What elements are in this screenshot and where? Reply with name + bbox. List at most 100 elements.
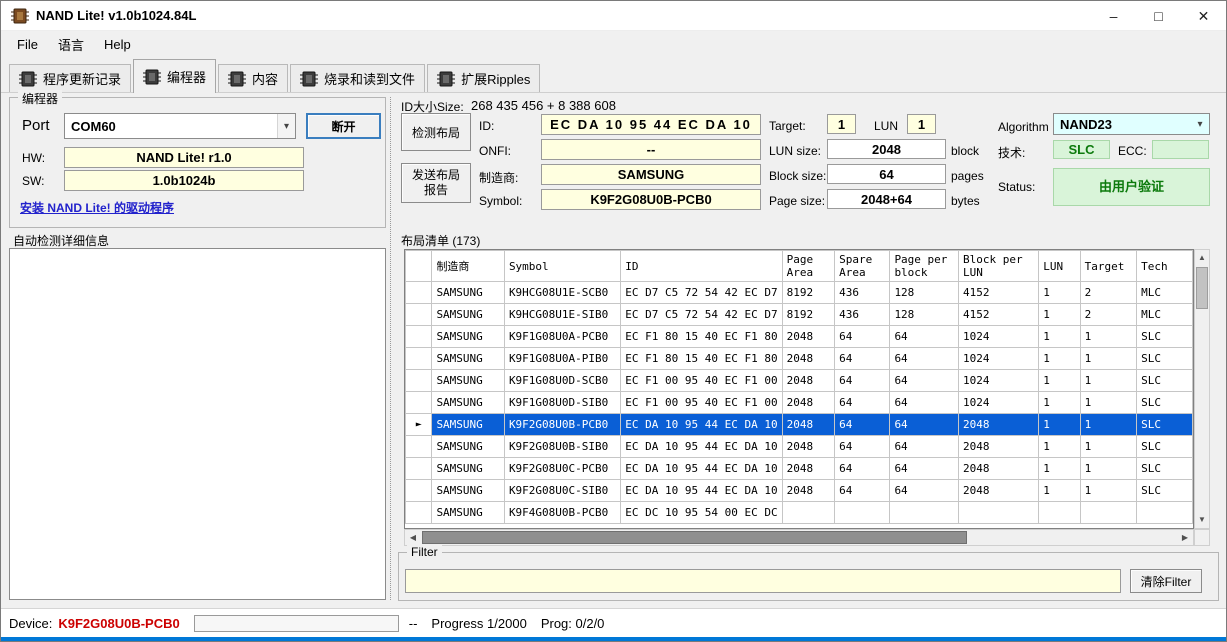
table-row[interactable]: SAMSUNG K9F4G08U0B-PCB0 EC DC 10 95 54 00 … bbox=[405, 501, 1193, 524]
table-row[interactable]: SAMSUNG K9F1G08U0A-PIB0 EC F1 80 15 40 EC … bbox=[405, 347, 1193, 370]
table-cell[interactable]: 1 bbox=[1079, 325, 1138, 348]
table-cell[interactable]: 2048 bbox=[958, 413, 1040, 436]
table-cell[interactable]: K9F1G08U0A-PIB0 bbox=[503, 347, 622, 370]
table-cell[interactable] bbox=[958, 501, 1040, 524]
algorithm-combobox[interactable]: NAND23 ▾ bbox=[1053, 113, 1210, 135]
menu-file[interactable]: File bbox=[7, 33, 48, 56]
table-cell[interactable]: 8192 bbox=[781, 303, 836, 326]
table-cell[interactable]: K9F2G08U0C-PCB0 bbox=[503, 457, 622, 480]
table-cell[interactable]: EC DA 10 95 44 EC DA 10 bbox=[620, 457, 783, 480]
table-cell[interactable]: 1 bbox=[1038, 369, 1081, 392]
column-header[interactable]: Spare Area bbox=[834, 250, 891, 282]
vertical-scroll-thumb[interactable] bbox=[1196, 267, 1208, 309]
table-cell[interactable]: 436 bbox=[834, 303, 891, 326]
table-cell[interactable]: 2048 bbox=[781, 369, 836, 392]
chevron-down-icon[interactable]: ▾ bbox=[277, 114, 295, 138]
table-cell[interactable]: 1 bbox=[1079, 391, 1138, 414]
table-cell[interactable]: 2048 bbox=[781, 413, 836, 436]
table-cell[interactable]: SLC bbox=[1136, 347, 1193, 370]
auto-detect-output[interactable] bbox=[9, 248, 386, 600]
table-cell[interactable]: 4152 bbox=[958, 281, 1040, 304]
table-cell[interactable]: K9HCG08U1E-SIB0 bbox=[503, 303, 622, 326]
driver-install-link[interactable]: 安装 NAND Lite! 的驱动程序 bbox=[20, 199, 174, 216]
table-cell[interactable]: EC DA 10 95 44 EC DA 10 bbox=[620, 479, 783, 502]
column-header[interactable]: Symbol bbox=[503, 250, 622, 282]
disconnect-button[interactable]: 断开 bbox=[306, 113, 381, 139]
table-cell[interactable] bbox=[1079, 501, 1138, 524]
detect-layout-button[interactable]: 检测布局 bbox=[401, 113, 471, 151]
table-cell[interactable]: MLC bbox=[1136, 281, 1193, 304]
scroll-left-icon[interactable]: ◀ bbox=[405, 530, 421, 546]
column-header[interactable]: Page per block bbox=[889, 250, 960, 282]
horizontal-scroll-thumb[interactable] bbox=[422, 531, 967, 544]
table-cell[interactable]: 2 bbox=[1079, 281, 1138, 304]
table-cell[interactable]: 1 bbox=[1038, 413, 1081, 436]
table-cell[interactable]: EC F1 00 95 40 EC F1 00 bbox=[620, 391, 783, 414]
table-cell[interactable]: 64 bbox=[834, 347, 891, 370]
table-cell[interactable]: 1 bbox=[1079, 457, 1138, 480]
table-cell[interactable]: 1 bbox=[1038, 303, 1081, 326]
table-cell[interactable]: 64 bbox=[889, 435, 960, 458]
table-cell[interactable]: 1 bbox=[1038, 435, 1081, 458]
table-cell[interactable]: K9F4G08U0B-PCB0 bbox=[503, 501, 622, 524]
table-cell[interactable]: 64 bbox=[834, 369, 891, 392]
table-cell[interactable]: 2048 bbox=[958, 435, 1040, 458]
table-cell[interactable]: K9HCG08U1E-SCB0 bbox=[503, 281, 622, 304]
menu-help[interactable]: Help bbox=[94, 33, 141, 56]
scroll-down-icon[interactable]: ▼ bbox=[1195, 512, 1209, 528]
table-cell[interactable]: SLC bbox=[1136, 369, 1193, 392]
table-cell[interactable]: 64 bbox=[889, 369, 960, 392]
filter-input[interactable] bbox=[405, 569, 1121, 593]
table-cell[interactable]: 64 bbox=[834, 413, 891, 436]
table-cell[interactable]: 1024 bbox=[958, 325, 1040, 348]
table-cell[interactable]: 436 bbox=[834, 281, 891, 304]
table-row[interactable]: SAMSUNG K9F2G08U0C-SIB0 EC DA 10 95 44 EC … bbox=[405, 479, 1193, 502]
horizontal-scrollbar[interactable]: ◀ ▶ bbox=[404, 529, 1194, 546]
table-row[interactable]: SAMSUNG K9F2G08U0B-SIB0 EC DA 10 95 44 EC … bbox=[405, 435, 1193, 458]
table-cell[interactable]: 2 bbox=[1079, 303, 1138, 326]
column-header[interactable]: ID bbox=[620, 250, 783, 282]
column-header[interactable] bbox=[405, 250, 433, 282]
table-cell[interactable]: 64 bbox=[834, 457, 891, 480]
table-cell[interactable]: 1 bbox=[1038, 325, 1081, 348]
clear-filter-button[interactable]: 清除Filter bbox=[1130, 569, 1202, 593]
scroll-up-icon[interactable]: ▲ bbox=[1195, 250, 1209, 266]
column-header[interactable]: Tech bbox=[1136, 250, 1193, 282]
chevron-down-icon[interactable]: ▾ bbox=[1191, 114, 1209, 134]
table-cell[interactable]: EC D7 C5 72 54 42 EC D7 bbox=[620, 281, 783, 304]
table-cell[interactable]: SAMSUNG bbox=[431, 479, 505, 502]
table-cell[interactable]: SAMSUNG bbox=[431, 325, 505, 348]
table-cell[interactable]: SAMSUNG bbox=[431, 281, 505, 304]
table-cell[interactable]: EC DC 10 95 54 00 EC DC bbox=[620, 501, 783, 524]
maximize-button[interactable]: □ bbox=[1136, 1, 1181, 31]
tab-programmer[interactable]: 编程器 bbox=[133, 59, 217, 93]
table-cell[interactable]: SAMSUNG bbox=[431, 457, 505, 480]
table-cell[interactable]: EC F1 80 15 40 EC F1 80 bbox=[620, 325, 783, 348]
table-cell[interactable]: 2048 bbox=[781, 457, 836, 480]
table-cell[interactable]: K9F1G08U0A-PCB0 bbox=[503, 325, 622, 348]
table-cell[interactable]: 2048 bbox=[958, 457, 1040, 480]
table-cell[interactable] bbox=[781, 501, 836, 524]
column-header[interactable]: 制造商 bbox=[431, 250, 505, 282]
table-cell[interactable]: EC F1 80 15 40 EC F1 80 bbox=[620, 347, 783, 370]
table-cell[interactable]: EC DA 10 95 44 EC DA 10 bbox=[620, 413, 783, 436]
table-cell[interactable]: 64 bbox=[834, 391, 891, 414]
table-cell[interactable]: 64 bbox=[834, 325, 891, 348]
table-cell[interactable]: SAMSUNG bbox=[431, 391, 505, 414]
table-cell[interactable]: 1024 bbox=[958, 369, 1040, 392]
table-row[interactable]: SAMSUNG K9HCG08U1E-SCB0 EC D7 C5 72 54 42 … bbox=[405, 281, 1193, 304]
table-cell[interactable]: K9F2G08U0B-PCB0 bbox=[503, 413, 622, 436]
table-cell[interactable]: SLC bbox=[1136, 435, 1193, 458]
table-cell[interactable]: K9F2G08U0C-SIB0 bbox=[503, 479, 622, 502]
table-cell[interactable]: 1 bbox=[1038, 281, 1081, 304]
tab-extended-ripples[interactable]: 扩展Ripples bbox=[427, 64, 541, 92]
table-cell[interactable]: 2048 bbox=[781, 479, 836, 502]
vertical-scrollbar[interactable]: ▲ ▼ bbox=[1194, 249, 1210, 529]
menu-language[interactable]: 语言 bbox=[48, 31, 94, 58]
table-cell[interactable]: 2048 bbox=[958, 479, 1040, 502]
column-header[interactable]: Target bbox=[1079, 250, 1138, 282]
table-cell[interactable]: SAMSUNG bbox=[431, 435, 505, 458]
table-cell[interactable]: 64 bbox=[889, 347, 960, 370]
table-cell[interactable]: 2048 bbox=[781, 347, 836, 370]
send-layout-report-button[interactable]: 发送布局 报告 bbox=[401, 163, 471, 203]
